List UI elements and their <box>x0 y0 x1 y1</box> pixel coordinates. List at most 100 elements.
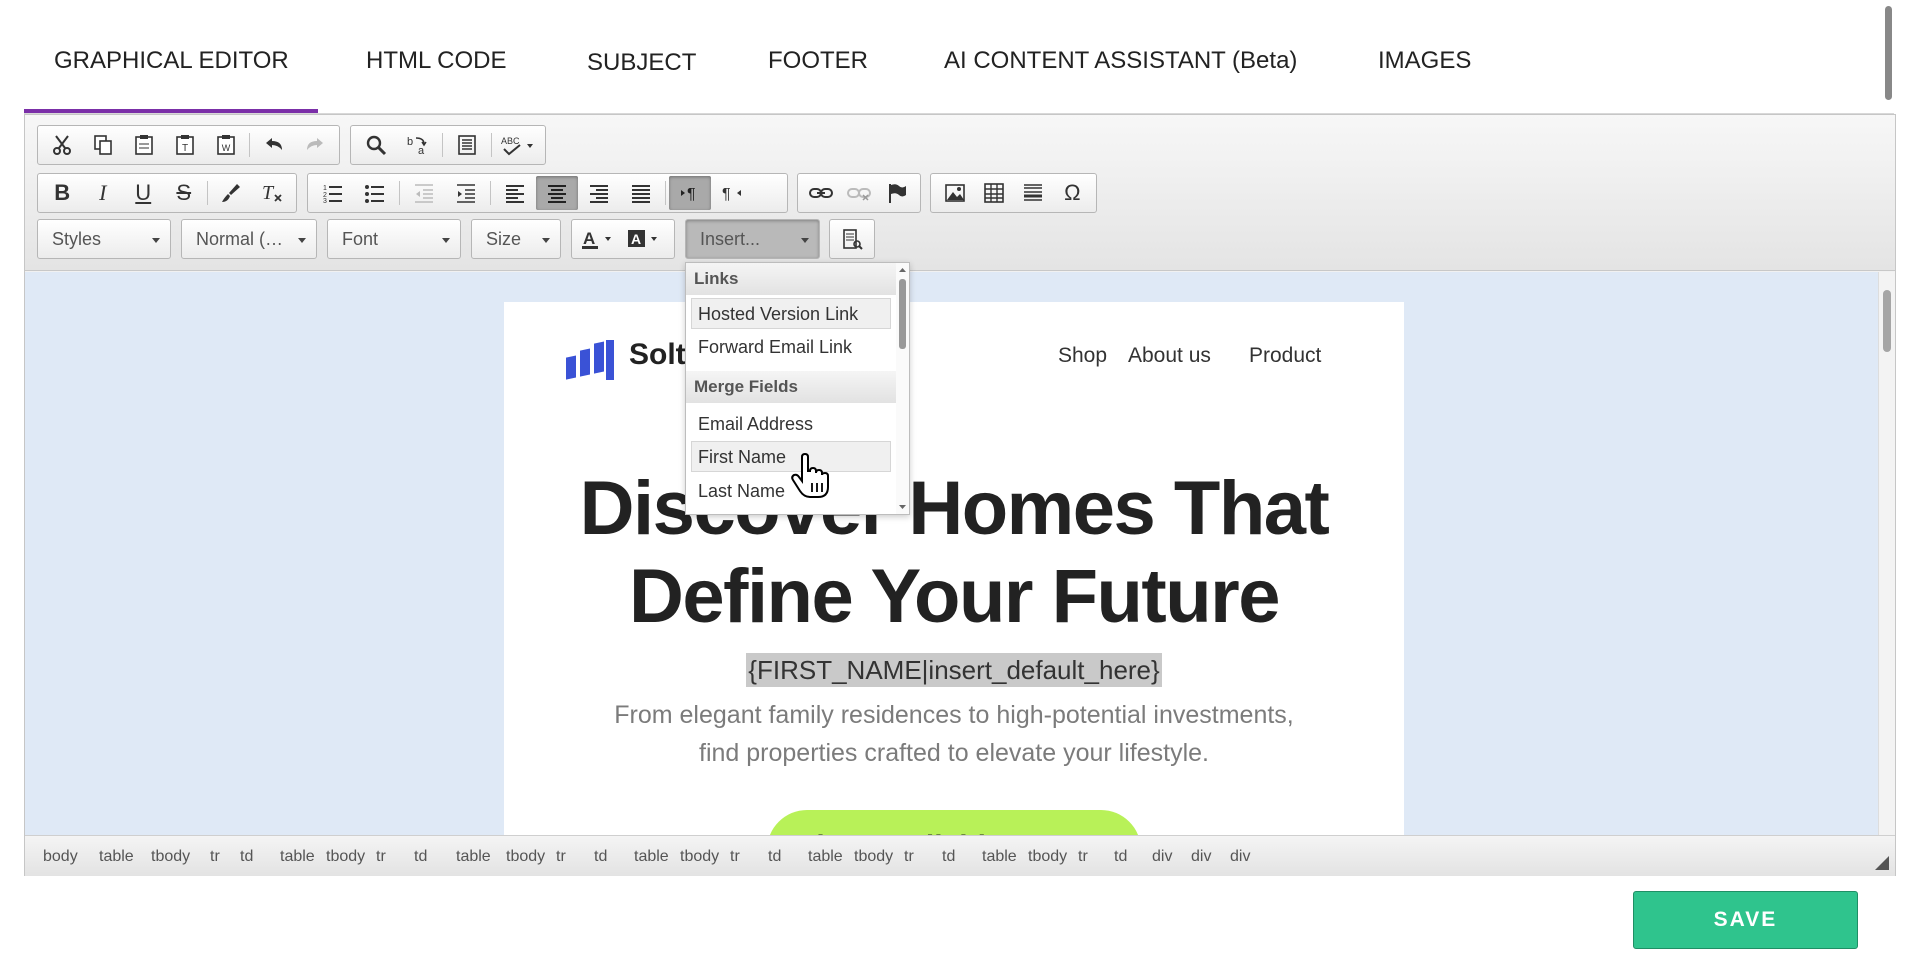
tab-subject[interactable]: SUBJECT <box>587 49 696 77</box>
path-crumb-td[interactable]: td <box>1114 848 1127 866</box>
nav-link-product[interactable]: Product <box>1249 344 1321 368</box>
image-icon[interactable] <box>935 176 974 210</box>
toolbar-separator <box>442 133 443 157</box>
background-color-button[interactable]: A <box>622 222 668 256</box>
find-icon[interactable] <box>355 128 397 162</box>
scroll-up-icon[interactable] <box>896 265 909 275</box>
svg-text:T: T <box>262 182 275 204</box>
font-select[interactable]: Font <box>327 219 461 259</box>
path-crumb-tr[interactable]: tr <box>376 848 386 866</box>
path-crumb-td[interactable]: td <box>942 848 955 866</box>
horizontal-rule-icon[interactable] <box>1014 176 1053 210</box>
preview-icon[interactable] <box>834 222 870 256</box>
path-crumb-td[interactable]: td <box>594 848 607 866</box>
align-left-icon[interactable] <box>494 176 536 210</box>
path-crumb-body[interactable]: body <box>43 848 78 866</box>
anchor-flag-icon[interactable] <box>878 176 916 210</box>
text-direction-ltr-icon[interactable]: ¶ <box>669 176 711 210</box>
path-crumb-div[interactable]: div <box>1191 848 1211 866</box>
path-crumb-tbody[interactable]: tbody <box>326 848 365 866</box>
spellcheck-icon[interactable]: ABC <box>495 128 541 162</box>
content-scrollbar-thumb[interactable] <box>1883 290 1891 352</box>
path-crumb-tbody[interactable]: tbody <box>680 848 719 866</box>
table-icon[interactable] <box>974 176 1013 210</box>
tab-graphical-editor[interactable]: GRAPHICAL EDITOR <box>54 47 289 75</box>
special-character-icon[interactable]: Ω <box>1053 176 1092 210</box>
nav-link-shop[interactable]: Shop <box>1058 344 1107 368</box>
text-color-button[interactable]: A <box>576 222 622 256</box>
cta-button[interactable]: View Available Homes <box>767 810 1141 835</box>
path-crumb-div[interactable]: div <box>1230 848 1250 866</box>
unlink-icon[interactable] <box>840 176 878 210</box>
dropdown-item-email-address[interactable]: Email Address <box>691 408 891 439</box>
link-icon[interactable] <box>802 176 840 210</box>
strikethrough-icon[interactable]: S <box>164 176 205 210</box>
dropdown-item-forward-email-link[interactable]: Forward Email Link <box>691 331 891 362</box>
dropdown-scrollbar-thumb[interactable] <box>899 279 906 349</box>
insert-select[interactable]: Insert... <box>685 219 820 259</box>
path-crumb-table[interactable]: table <box>456 848 491 866</box>
format-select[interactable]: Normal (… <box>181 219 317 259</box>
nav-link-about-us[interactable]: About us <box>1128 344 1211 368</box>
path-crumb-tbody[interactable]: tbody <box>506 848 545 866</box>
undo-icon[interactable] <box>253 128 294 162</box>
styles-select[interactable]: Styles <box>37 219 171 259</box>
path-crumb-table[interactable]: table <box>634 848 669 866</box>
justify-icon[interactable] <box>620 176 662 210</box>
path-crumb-tbody[interactable]: tbody <box>854 848 893 866</box>
selected-merge-tag[interactable]: {FIRST_NAME|insert_default_here} <box>746 653 1162 687</box>
underline-icon[interactable]: U <box>123 176 164 210</box>
toolbar-separator <box>249 133 251 157</box>
path-crumb-tr[interactable]: tr <box>1078 848 1088 866</box>
size-select[interactable]: Size <box>471 219 561 259</box>
bulleted-list-icon[interactable] <box>354 176 396 210</box>
dropdown-item-hosted-version-link[interactable]: Hosted Version Link <box>691 298 891 329</box>
resize-handle-icon[interactable] <box>1875 856 1889 870</box>
cut-icon[interactable] <box>42 128 83 162</box>
align-center-icon[interactable] <box>536 176 578 210</box>
outdent-icon[interactable] <box>403 176 445 210</box>
replace-icon[interactable]: ba <box>397 128 439 162</box>
path-crumb-tr[interactable]: tr <box>904 848 914 866</box>
svg-text:T: T <box>182 143 188 154</box>
text-color-icon: A <box>583 229 595 248</box>
path-crumb-td[interactable]: td <box>768 848 781 866</box>
paragraph-group: 123 ¶ ¶ <box>307 173 788 213</box>
path-crumb-tbody[interactable]: tbody <box>1028 848 1067 866</box>
italic-icon[interactable]: I <box>83 176 124 210</box>
content-scrollbar[interactable] <box>1878 272 1895 835</box>
tab-html-code[interactable]: HTML CODE <box>366 47 506 75</box>
redo-icon[interactable] <box>294 128 335 162</box>
numbered-list-icon[interactable]: 123 <box>312 176 354 210</box>
scroll-down-icon[interactable] <box>896 502 909 512</box>
path-crumb-table[interactable]: table <box>808 848 843 866</box>
path-crumb-td[interactable]: td <box>414 848 427 866</box>
path-crumb-tbody[interactable]: tbody <box>151 848 190 866</box>
chevron-down-icon <box>298 238 306 243</box>
path-crumb-td[interactable]: td <box>240 848 253 866</box>
path-crumb-tr[interactable]: tr <box>730 848 740 866</box>
save-button[interactable]: SAVE <box>1633 891 1858 949</box>
format-painter-icon[interactable] <box>211 176 252 210</box>
paste-text-icon[interactable]: T <box>165 128 206 162</box>
tab-images[interactable]: IMAGES <box>1378 47 1471 75</box>
indent-icon[interactable] <box>445 176 487 210</box>
remove-format-icon[interactable]: T <box>251 176 292 210</box>
editor-content-area[interactable]: Solt Shop About us Product Discover Home… <box>25 272 1880 835</box>
path-crumb-div[interactable]: div <box>1152 848 1172 866</box>
path-crumb-tr[interactable]: tr <box>556 848 566 866</box>
path-crumb-table[interactable]: table <box>280 848 315 866</box>
path-crumb-table[interactable]: table <box>99 848 134 866</box>
select-all-icon[interactable] <box>446 128 488 162</box>
text-direction-rtl-icon[interactable]: ¶ <box>711 176 753 210</box>
path-crumb-table[interactable]: table <box>982 848 1017 866</box>
bold-icon[interactable]: B <box>42 176 83 210</box>
align-right-icon[interactable] <box>578 176 620 210</box>
copy-icon[interactable] <box>83 128 124 162</box>
path-crumb-tr[interactable]: tr <box>210 848 220 866</box>
dropdown-scrollbar[interactable] <box>896 263 909 514</box>
paste-icon[interactable] <box>124 128 165 162</box>
tab-footer[interactable]: FOOTER <box>768 47 868 75</box>
tab-ai-content-assistant[interactable]: AI CONTENT ASSISTANT (Beta) <box>944 47 1297 75</box>
paste-word-icon[interactable]: W <box>205 128 246 162</box>
